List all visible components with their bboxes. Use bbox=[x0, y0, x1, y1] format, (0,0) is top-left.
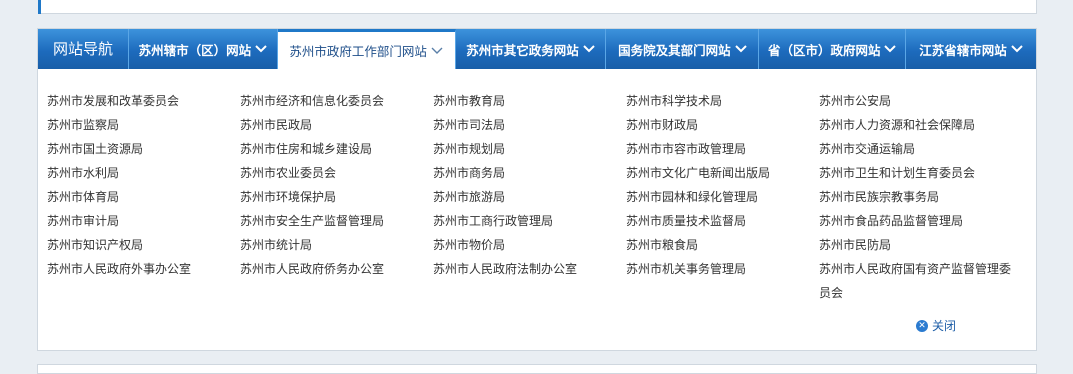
tab-label: 国务院及其部门网站 bbox=[618, 42, 731, 58]
close-button[interactable]: ✕ 关闭 bbox=[916, 317, 956, 334]
chevron-down-icon bbox=[583, 45, 595, 53]
site-navigation-panel: 网站导航 苏州辖市（区）网站 苏州市政府工作部门网站 苏州市其它政务网站 国务院… bbox=[37, 28, 1037, 351]
department-link[interactable]: 苏州市统计局 bbox=[240, 233, 433, 257]
department-link[interactable]: 苏州市卫生和计划生育委员会 bbox=[819, 161, 1019, 185]
department-link[interactable]: 苏州市市容市政管理局 bbox=[626, 137, 819, 161]
department-link[interactable]: 苏州市教育局 bbox=[433, 89, 626, 113]
department-link[interactable]: 苏州市人民政府外事办公室 bbox=[47, 257, 240, 281]
chevron-down-icon bbox=[255, 45, 267, 53]
department-link[interactable]: 苏州市民政局 bbox=[240, 113, 433, 137]
department-link[interactable]: 苏州市民族宗教事务局 bbox=[819, 185, 1019, 209]
department-link[interactable]: 苏州市水利局 bbox=[47, 161, 240, 185]
department-link[interactable]: 苏州市交通运输局 bbox=[819, 137, 1019, 161]
department-link[interactable]: 苏州市公安局 bbox=[819, 89, 1019, 113]
department-link[interactable]: 苏州市科学技术局 bbox=[626, 89, 819, 113]
department-link[interactable]: 苏州市住房和城乡建设局 bbox=[240, 137, 433, 161]
chevron-down-icon bbox=[1011, 45, 1023, 53]
chevron-down-icon bbox=[734, 45, 747, 53]
department-link[interactable]: 苏州市经济和信息化委员会 bbox=[240, 89, 433, 113]
chevron-down-icon bbox=[431, 47, 443, 56]
department-link[interactable]: 苏州市规划局 bbox=[433, 137, 626, 161]
department-link[interactable]: 苏州市物价局 bbox=[433, 233, 626, 257]
tab-government-departments[interactable]: 苏州市政府工作部门网站 bbox=[277, 29, 456, 69]
tab-provincial-sites[interactable]: 省（区市）政府网站 bbox=[759, 29, 907, 69]
department-link[interactable]: 苏州市司法局 bbox=[433, 113, 626, 137]
nav-title: 网站导航 bbox=[38, 29, 129, 69]
department-link[interactable]: 苏州市人民政府侨务办公室 bbox=[240, 257, 433, 281]
department-link[interactable]: 苏州市质量技术监督局 bbox=[626, 209, 819, 233]
tab-jiangsu-cities[interactable]: 江苏省辖市网站 bbox=[906, 29, 1036, 69]
department-link-grid: 苏州市发展和改革委员会 苏州市经济和信息化委员会 苏州市教育局 苏州市科学技术局 苏州市… bbox=[47, 89, 1019, 300]
department-link[interactable]: 苏州市知识产权局 bbox=[47, 233, 240, 257]
department-link[interactable]: 苏州市环境保护局 bbox=[240, 185, 433, 209]
previous-panel-edge bbox=[38, 0, 1037, 14]
tab-state-council-sites[interactable]: 国务院及其部门网站 bbox=[606, 29, 760, 69]
tab-label: 苏州辖市（区）网站 bbox=[138, 42, 252, 58]
department-link[interactable]: 苏州市监察局 bbox=[47, 113, 240, 137]
department-link[interactable]: 苏州市人力资源和社会保障局 bbox=[819, 113, 1019, 137]
department-link[interactable]: 苏州市民防局 bbox=[819, 233, 1019, 257]
department-link[interactable]: 苏州市机关事务管理局 bbox=[626, 257, 819, 281]
tab-other-government-sites[interactable]: 苏州市其它政务网站 bbox=[456, 29, 607, 69]
department-link[interactable]: 苏州市农业委员会 bbox=[240, 161, 433, 185]
tab-label: 江苏省辖市网站 bbox=[919, 42, 1007, 58]
department-link[interactable]: 苏州市体育局 bbox=[47, 185, 240, 209]
tab-suzhou-districts[interactable]: 苏州辖市（区）网站 bbox=[129, 29, 278, 69]
department-link[interactable]: 苏州市文化广电新闻出版局 bbox=[626, 161, 819, 185]
tab-label: 苏州市其它政务网站 bbox=[466, 42, 579, 58]
close-label: 关闭 bbox=[932, 319, 957, 333]
department-link[interactable]: 苏州市园林和绿化管理局 bbox=[626, 185, 819, 209]
department-link[interactable]: 苏州市财政局 bbox=[626, 113, 819, 137]
department-link[interactable]: 苏州市粮食局 bbox=[626, 233, 819, 257]
department-link[interactable]: 苏州市旅游局 bbox=[433, 185, 626, 209]
chevron-down-icon bbox=[884, 45, 897, 53]
department-link[interactable]: 苏州市发展和改革委员会 bbox=[47, 89, 240, 113]
department-link[interactable]: 苏州市人民政府国有资产监督管理委员会 bbox=[819, 257, 1019, 300]
tab-label: 苏州市政府工作部门网站 bbox=[289, 44, 427, 59]
next-panel-edge bbox=[37, 364, 1037, 374]
department-link[interactable]: 苏州市安全生产监督管理局 bbox=[240, 209, 433, 233]
tab-label: 省（区市）政府网站 bbox=[767, 42, 881, 58]
department-link[interactable]: 苏州市人民政府法制办公室 bbox=[433, 257, 626, 281]
department-link[interactable]: 苏州市商务局 bbox=[433, 161, 626, 185]
department-link[interactable]: 苏州市工商行政管理局 bbox=[433, 209, 626, 233]
department-link[interactable]: 苏州市食品药品监督管理局 bbox=[819, 209, 1019, 233]
close-icon: ✕ bbox=[916, 319, 928, 332]
department-link[interactable]: 苏州市国土资源局 bbox=[47, 137, 240, 161]
navigation-tab-bar: 网站导航 苏州辖市（区）网站 苏州市政府工作部门网站 苏州市其它政务网站 国务院… bbox=[38, 29, 1036, 69]
department-link[interactable]: 苏州市审计局 bbox=[47, 209, 240, 233]
